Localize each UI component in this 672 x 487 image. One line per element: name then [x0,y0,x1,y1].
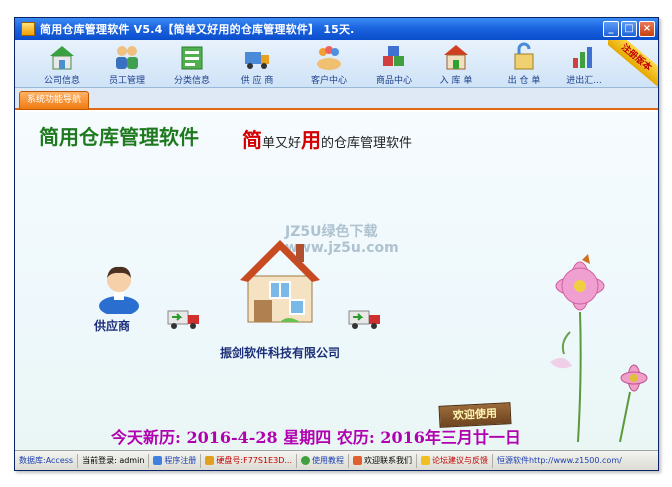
help-icon [300,456,310,465]
status-link[interactable]: 使用教程 [312,454,344,468]
tab-system-navigation[interactable]: 系统功能导航 [19,91,89,110]
delivery-truck-icon [348,310,380,329]
title-bar[interactable]: 简用仓库管理软件 V5.4【简单又好用的仓库管理软件】 15天. _ □ × [15,18,658,40]
toolbar-label: 员工管理 [108,76,145,86]
toolbar-category[interactable]: 分类信息 [163,42,221,86]
company-icon [50,46,74,70]
status-link[interactable]: 论坛建议与反馈 [432,454,488,468]
toolbar-label: 供 应 商 [240,76,274,86]
toolbar-label: 分类信息 [173,76,210,86]
goods-icon [383,46,404,66]
toolbar-label: 入 库 单 [439,76,473,86]
report-icon [573,47,592,68]
registered-version-badge: 注册版本 [608,40,658,88]
delivery-truck-icon [167,310,199,329]
customer-icon [317,46,341,70]
app-icon [21,22,35,36]
nav-strip: 系统功能导航 [15,88,658,110]
warehouse-house-icon[interactable] [240,232,320,332]
disk-icon [205,456,215,465]
category-icon [181,46,203,70]
slogan: 简单又好用的仓库管理软件 [242,124,412,153]
toolbar-supplier[interactable]: 供 应 商 [228,42,286,86]
supplier-icon [245,52,269,69]
main-panel: 简用仓库管理软件 简单又好用的仓库管理软件 JZ5U绿色下载 www.jz5u.… [15,112,658,450]
toolbar-label: 出 仓 单 [507,76,541,86]
status-login: 当前登录: admin [78,453,150,468]
toolbar-label: 进出汇... [566,76,602,86]
toolbar-goods[interactable]: 商品中心 [365,42,423,86]
page-title: 简用仓库管理软件 [39,125,199,149]
inbound-icon [444,45,468,70]
staff-icon [116,46,138,69]
badge-label: 注册版本 [608,40,658,88]
status-tutorial[interactable]: 使用教程 [297,453,349,468]
status-text: 数据库:Access [19,455,74,465]
toolbar-company-info[interactable]: 公司信息 [33,42,91,86]
status-database: 数据库:Access [15,453,79,468]
slogan-part: 单又好 [262,136,302,151]
status-text: 当前登录: admin [82,455,145,465]
date-display: 今天新历: 2016-4-28 星期四 农历: 2016年三月廿一日 [111,428,521,447]
status-website[interactable]: 恒源软件http://www.z1500.com/ [493,454,626,468]
status-text: 硬盘号:F77S1E3D... [216,455,292,465]
register-icon [153,456,163,465]
window-title: 简用仓库管理软件 V5.4【简单又好用的仓库管理软件】 15天. [40,23,355,36]
status-contact[interactable]: 欢迎联系我们 [349,453,417,468]
forum-icon [420,456,430,465]
toolbar-label: 商品中心 [375,76,412,86]
main-toolbar: 公司信息 员工管理 分类信息 供 应 商 客户中心 商品中心 入 库 单 出 仓… [15,40,658,88]
status-link[interactable]: 欢迎联系我们 [364,454,412,468]
supplier-person-icon[interactable] [97,262,141,314]
toolbar-customer[interactable]: 客户中心 [300,42,358,86]
toolbar-label: 公司信息 [43,76,80,86]
window-controls: _ □ × [603,21,655,37]
supplier-label: 供应商 [94,319,131,333]
toolbar-outbound[interactable]: 出 仓 单 [495,42,553,86]
slogan-part: 简 [242,128,262,152]
toolbar-staff[interactable]: 员工管理 [98,42,156,86]
status-link[interactable]: 程序注册 [164,454,196,468]
status-bar: 数据库:Access 当前登录: admin 程序注册 硬盘号:F77S1E3D… [15,450,658,470]
minimize-button[interactable]: _ [603,21,619,37]
slogan-part: 的仓库管理软件 [321,136,413,151]
toolbar-report[interactable]: 进出汇... [555,42,613,86]
close-button[interactable]: × [639,21,655,37]
main-window: 简用仓库管理软件 V5.4【简单又好用的仓库管理软件】 15天. _ □ × 公… [14,17,659,471]
outbound-icon [514,42,534,70]
flower-decoration-icon [550,254,648,442]
status-forum[interactable]: 论坛建议与反馈 [417,453,493,468]
slogan-part: 用 [301,128,322,152]
maximize-button[interactable]: □ [621,21,637,37]
toolbar-inbound[interactable]: 入 库 单 [427,42,485,86]
contact-icon [352,456,362,465]
toolbar-label: 客户中心 [310,76,347,86]
status-disk: 硬盘号:F77S1E3D... [201,453,297,468]
status-register[interactable]: 程序注册 [149,453,202,468]
status-link[interactable]: 恒源软件http://www.z1500.com/ [497,454,622,468]
company-label: 振剑软件科技有限公司 [220,346,341,360]
